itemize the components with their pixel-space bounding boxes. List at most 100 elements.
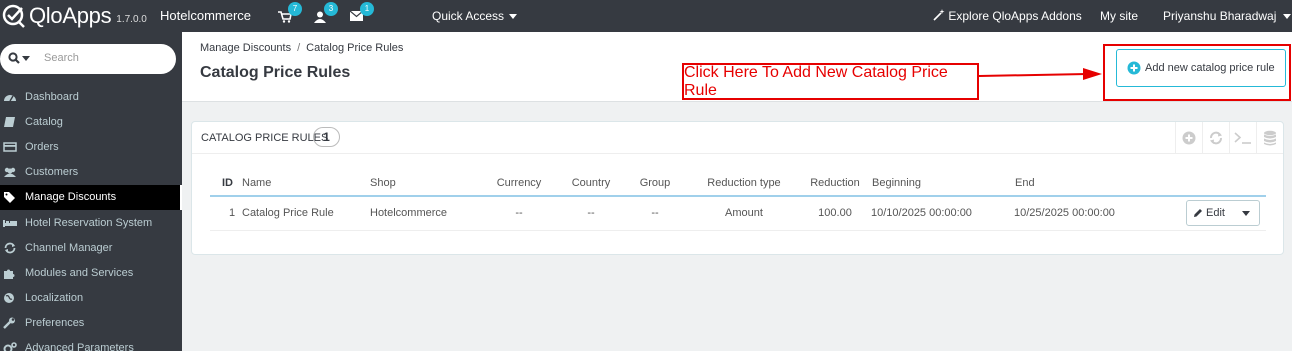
- column-header-group[interactable]: Group: [624, 170, 686, 197]
- breadcrumb-separator: /: [297, 42, 301, 54]
- dashboard-icon: [4, 94, 16, 101]
- column-header-actions: [1176, 170, 1266, 197]
- plus-circle-icon: [1182, 131, 1196, 145]
- sidebar-item-label: Preferences: [25, 317, 85, 330]
- sidebar-item-hotel-reservation[interactable]: Hotel Reservation System: [0, 210, 182, 235]
- sidebar: Search Dashboard Catalog Orders Customer…: [0, 32, 182, 351]
- chevron-down-icon: [1282, 14, 1291, 20]
- column-header-currency[interactable]: Currency: [480, 170, 558, 197]
- sidebar-item-label: Manage Discounts: [25, 191, 117, 204]
- page-title: Catalog Price Rules: [200, 64, 351, 81]
- sidebar-item-label: Catalog: [25, 115, 63, 128]
- breadcrumb-item[interactable]: Catalog Price Rules: [306, 42, 403, 54]
- notification-count: 7: [288, 2, 302, 16]
- user-menu[interactable]: Priyanshu Bharadwaj: [1163, 9, 1291, 23]
- chevron-down-icon[interactable]: [22, 56, 30, 61]
- customers-notification[interactable]: 3: [314, 2, 338, 26]
- cogs-icon: [3, 342, 17, 351]
- panel-title: CATALOG PRICE RULES: [201, 132, 329, 144]
- edit-button-label: Edit: [1206, 207, 1225, 220]
- column-header-end[interactable]: End: [1011, 170, 1176, 197]
- panel-header: CATALOG PRICE RULES 1: [192, 122, 1283, 154]
- sidebar-item-localization[interactable]: Localization: [0, 286, 182, 311]
- cell-name: Catalog Price Rule: [242, 196, 370, 231]
- sql-query-tool[interactable]: [1229, 122, 1256, 154]
- cell-beginning: 10/10/2025 00:00:00: [868, 196, 1011, 231]
- sidebar-item-label: Hotel Reservation System: [25, 216, 153, 229]
- sidebar-item-label: Customers: [25, 166, 79, 179]
- pencil-icon: [1194, 209, 1202, 218]
- cell-actions: Edit: [1176, 196, 1266, 231]
- sidebar-item-manage-discounts[interactable]: Manage Discounts: [0, 184, 182, 211]
- notification-count: 3: [324, 2, 338, 16]
- column-header-shop[interactable]: Shop: [370, 170, 480, 197]
- breadcrumb-item[interactable]: Manage Discounts: [200, 42, 291, 54]
- sidebar-item-dashboard[interactable]: Dashboard: [0, 84, 182, 109]
- cell-end: 10/25/2025 00:00:00: [1011, 196, 1176, 231]
- book-icon: [4, 116, 15, 127]
- my-site-link[interactable]: My site: [1100, 9, 1138, 23]
- sidebar-item-customers[interactable]: Customers: [0, 160, 182, 185]
- sidebar-item-preferences[interactable]: Preferences: [0, 311, 182, 336]
- sidebar-item-modules[interactable]: Modules and Services: [0, 260, 182, 285]
- cell-reduction: 100.00: [802, 196, 868, 231]
- logo[interactable]: QloApps 1.7.0.0: [2, 2, 147, 30]
- cell-group: --: [624, 196, 686, 231]
- table-header-row: ID Name Shop Currency Country Group Redu…: [210, 170, 1266, 197]
- cell-currency: --: [480, 196, 558, 231]
- column-header-reduction-type[interactable]: Reduction type: [686, 170, 802, 197]
- sidebar-item-orders[interactable]: Orders: [0, 134, 182, 159]
- qloapps-logo-icon: [2, 4, 25, 28]
- count-badge: 1: [313, 127, 340, 147]
- database-icon: [1264, 130, 1276, 146]
- magic-wand-icon: [933, 9, 945, 21]
- credit-card-icon: [3, 142, 17, 152]
- column-header-beginning[interactable]: Beginning: [868, 170, 1011, 197]
- annotation-arrow-icon: [979, 68, 1102, 80]
- edit-button[interactable]: Edit: [1186, 200, 1260, 227]
- sidebar-item-label: Advanced Parameters: [25, 342, 134, 351]
- refresh-icon: [4, 242, 16, 254]
- chevron-down-icon: [1242, 210, 1250, 216]
- orders-notification[interactable]: 7: [278, 2, 302, 26]
- panel-toolbar: [1175, 122, 1283, 154]
- add-new-tool[interactable]: [1175, 122, 1202, 154]
- sidebar-menu: Dashboard Catalog Orders Customers Manag…: [0, 84, 182, 351]
- users-icon: [4, 167, 16, 178]
- table-row[interactable]: 1 Catalog Price Rule Hotelcommerce -- --…: [210, 196, 1266, 231]
- sidebar-item-advanced-parameters[interactable]: Advanced Parameters: [0, 336, 182, 351]
- annotation-callout: Click Here To Add New Catalog Price Rule: [682, 63, 979, 100]
- sidebar-item-catalog[interactable]: Catalog: [0, 109, 182, 134]
- catalog-price-rules-panel: CATALOG PRICE RULES 1 ID Name Shop Curre…: [191, 121, 1284, 255]
- explore-addons-label: Explore QloApps Addons: [948, 9, 1082, 23]
- explore-addons-link[interactable]: Explore QloApps Addons: [933, 9, 1082, 23]
- version-label: 1.7.0.0: [116, 13, 147, 25]
- cell-id: 1: [210, 196, 242, 231]
- sidebar-item-label: Dashboard: [25, 90, 79, 103]
- price-rules-table: ID Name Shop Currency Country Group Redu…: [210, 170, 1266, 231]
- search-input[interactable]: Search: [44, 52, 79, 64]
- sidebar-item-label: Channel Manager: [25, 241, 113, 254]
- edit-dropdown-toggle[interactable]: [1233, 201, 1259, 225]
- messages-notification[interactable]: 1: [350, 2, 374, 26]
- tags-icon: [4, 192, 15, 204]
- quick-access-dropdown[interactable]: Quick Access: [432, 9, 518, 23]
- column-header-name[interactable]: Name: [242, 170, 370, 197]
- sidebar-item-label: Orders: [25, 140, 59, 153]
- search-icon: [8, 52, 20, 64]
- shop-name[interactable]: Hotelcommerce: [160, 8, 251, 23]
- column-header-reduction[interactable]: Reduction: [802, 170, 868, 197]
- export-database-tool[interactable]: [1256, 122, 1283, 154]
- column-header-country[interactable]: Country: [558, 170, 624, 197]
- column-header-id[interactable]: ID: [210, 170, 242, 197]
- sidebar-item-channel-manager[interactable]: Channel Manager: [0, 235, 182, 260]
- search-box[interactable]: Search: [0, 44, 176, 74]
- puzzle-icon: [4, 269, 15, 279]
- chevron-down-icon: [509, 14, 518, 20]
- top-bar: QloApps 1.7.0.0 Hotelcommerce 7 3 1 Quic…: [0, 0, 1292, 32]
- bed-icon: [3, 219, 17, 227]
- cell-country: --: [558, 196, 624, 231]
- brand-name: QloApps: [29, 3, 112, 28]
- refresh-tool[interactable]: [1202, 122, 1229, 154]
- notification-count: 1: [360, 2, 374, 16]
